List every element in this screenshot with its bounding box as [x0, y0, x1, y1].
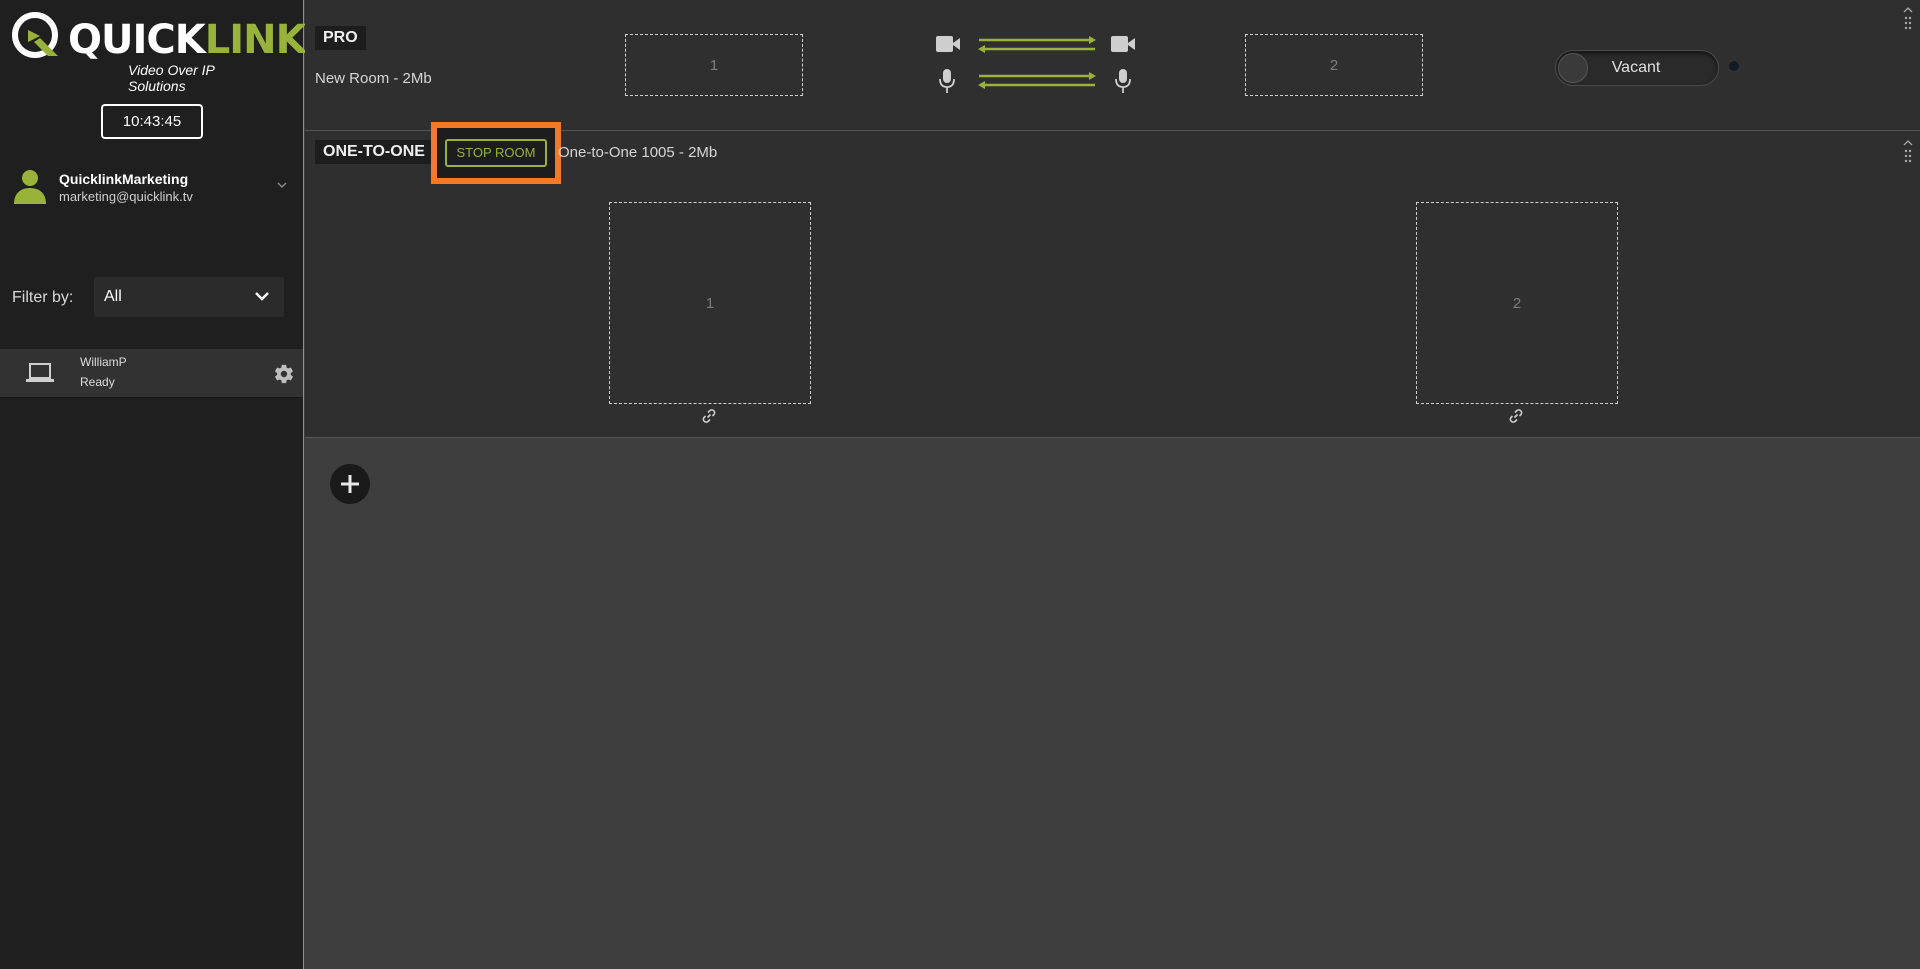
laptop-icon [26, 363, 54, 382]
chevron-down-icon [255, 292, 269, 301]
room-name: One-to-One 1005 - 2Mb [558, 144, 718, 161]
clock-display: 10:43:45 [101, 104, 203, 139]
audio-transfer-arrows-icon [978, 72, 1096, 89]
microphone-icon [939, 69, 955, 93]
video-camera-icon [936, 36, 960, 52]
status-indicator-dot [1728, 60, 1740, 72]
user-name: QuicklinkMarketing [59, 171, 189, 187]
toggle-label: Vacant [1611, 59, 1661, 76]
logo-word-quick: QUICK [68, 17, 206, 63]
room-type-badge: PRO [315, 26, 366, 50]
video-transfer-arrows-icon [978, 36, 1096, 53]
device-name: WilliamP [80, 355, 127, 369]
link-icon[interactable] [1508, 408, 1524, 424]
sidebar: QUICKLINK Video Over IP Solutions 10:43:… [0, 0, 307, 969]
chevron-down-icon[interactable] [276, 180, 288, 190]
logo-tagline: Video Over IP Solutions [128, 62, 215, 94]
logo-wordmark: QUICKLINK [68, 17, 307, 63]
room-pro: PRO New Room - 2Mb 1 2 Vacant [305, 0, 1920, 131]
app-window: QUICKLINK Video Over IP Solutions 10:43:… [0, 0, 1920, 969]
microphone-icon [1115, 69, 1131, 93]
participant-slot-2[interactable]: 2 [1416, 202, 1618, 404]
participant-slot-1[interactable]: 1 [609, 202, 811, 404]
filter-select[interactable]: All [94, 277, 284, 317]
participant-slot-1[interactable]: 1 [625, 34, 803, 96]
video-camera-icon [1111, 36, 1135, 52]
gear-icon[interactable] [273, 363, 295, 385]
user-email: marketing@quicklink.tv [59, 189, 193, 204]
filter-label: Filter by: [12, 289, 74, 306]
device-item[interactable]: WilliamP Ready [0, 349, 303, 398]
device-status: Ready [80, 375, 115, 389]
filter-selected-value: All [104, 288, 122, 305]
link-icon[interactable] [701, 408, 717, 424]
room-type-badge: ONE-TO-ONE [315, 140, 433, 164]
stop-room-button[interactable]: STOP ROOM [445, 139, 547, 167]
participant-slot-2[interactable]: 2 [1245, 34, 1423, 96]
quicklink-logo-icon [12, 12, 58, 58]
user-profile[interactable]: QuicklinkMarketing marketing@quicklink.t… [10, 166, 294, 210]
logo-word-link: LINK [204, 17, 307, 63]
user-icon [14, 170, 46, 204]
quicklink-logo: QUICKLINK Video Over IP Solutions [10, 8, 307, 94]
room-name: New Room - 2Mb [315, 70, 432, 87]
collapse-drag-handle-icon[interactable] [1902, 4, 1914, 34]
room-status-toggle[interactable]: Vacant [1555, 50, 1719, 86]
rooms-area: PRO New Room - 2Mb 1 2 Vacant ONE-TO-ONE… [305, 0, 1920, 969]
add-room-button[interactable] [330, 464, 370, 504]
collapse-drag-handle-icon[interactable] [1902, 137, 1914, 167]
